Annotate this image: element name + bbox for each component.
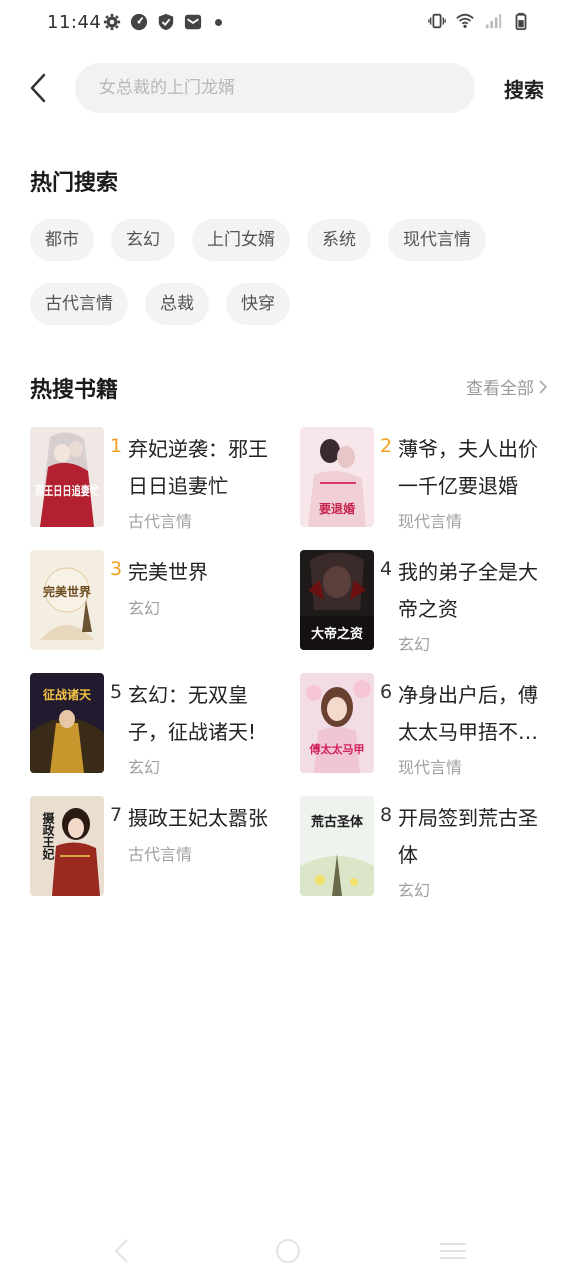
signal-icon: [485, 13, 502, 29]
search-button[interactable]: 搜索: [504, 74, 544, 103]
book-title: 完美世界: [128, 560, 208, 584]
tag-chip[interactable]: 玄幻: [111, 219, 175, 261]
chevron-right-icon: [539, 379, 548, 394]
battery-icon: [515, 12, 527, 30]
speedometer-icon: [130, 13, 148, 31]
book-title: 开局签到荒古圣体: [398, 806, 538, 867]
book-rank: 2: [380, 435, 393, 457]
book-item[interactable]: 完美世界 3 完美世界 玄幻: [30, 550, 280, 650]
book-rank: 5: [110, 681, 123, 703]
cover-text: 摄政王妃: [41, 811, 55, 861]
gear-icon: [103, 13, 121, 31]
mail-icon: [184, 14, 202, 30]
book-cover: 摄政王妃: [30, 796, 104, 896]
back-arrow-icon[interactable]: [22, 70, 56, 106]
search-input[interactable]: [75, 63, 475, 113]
status-time: 11:44: [47, 12, 102, 33]
book-genre: 古代言情: [128, 845, 193, 864]
notification-dot-icon: [215, 18, 222, 26]
tag-chip[interactable]: 都市: [30, 219, 94, 261]
tag-chip[interactable]: 总裁: [145, 283, 209, 325]
nav-back-icon[interactable]: [107, 1236, 137, 1266]
cover-text: 傅太太马甲: [309, 742, 365, 756]
cover-text: 征战诸天: [43, 687, 92, 702]
book-item[interactable]: 摄政王妃 7 摄政王妃太嚣张 古代言情: [30, 796, 280, 896]
book-cover: 荒古圣体: [300, 796, 374, 896]
cover-text: 要退婚: [319, 501, 355, 516]
shield-icon: [158, 13, 174, 31]
wifi-icon: [456, 13, 474, 29]
tag-chip[interactable]: 系统: [307, 219, 371, 261]
book-rank: 4: [380, 558, 393, 580]
book-rank: 1: [110, 435, 123, 457]
nav-home-icon[interactable]: [273, 1236, 303, 1266]
book-title: 净身出户后，傅太太马甲捂不…: [398, 683, 538, 744]
book-cover: 傅太太马甲: [300, 673, 374, 773]
search-header: 搜索: [0, 62, 575, 114]
tag-chip[interactable]: 现代言情: [388, 219, 486, 261]
book-cover: 大帝之资: [300, 550, 374, 650]
book-item[interactable]: 傅太太马甲 6 净身出户后，傅太太马甲捂不… 现代言情: [300, 673, 550, 777]
book-rank: 6: [380, 681, 393, 703]
nav-menu-icon[interactable]: [438, 1236, 468, 1266]
view-all-label: 查看全部: [466, 379, 534, 399]
book-cover: 邪王日日追妻忙: [30, 427, 104, 527]
book-genre: 玄幻: [398, 881, 431, 900]
book-title: 薄爷，夫人出价一千亿要退婚: [398, 437, 538, 498]
book-title: 玄幻：无双皇子，征战诸天!: [128, 683, 257, 744]
book-genre: 玄幻: [128, 599, 161, 618]
hot-books-title: 热搜书籍: [30, 378, 119, 403]
book-genre: 现代言情: [398, 758, 463, 777]
tag-row: 都市 玄幻 上门女婿 系统 现代言情: [30, 219, 550, 261]
tag-row: 古代言情 总裁 快穿: [30, 283, 550, 325]
tag-chip[interactable]: 上门女婿: [192, 219, 290, 261]
status-bar: 11:44: [0, 0, 575, 46]
book-item[interactable]: 大帝之资 4 我的弟子全是大帝之资 玄幻: [300, 550, 550, 654]
tag-chip[interactable]: 古代言情: [30, 283, 128, 325]
cover-text: 完美世界: [43, 584, 91, 599]
status-icons-left: [103, 13, 222, 31]
cover-text: 荒古圣体: [310, 814, 364, 830]
cover-text: 邪王日日追妻忙: [34, 483, 99, 498]
book-cover: 要退婚: [300, 427, 374, 527]
book-genre: 玄幻: [128, 758, 161, 777]
status-icons-right: [428, 12, 530, 30]
hot-search-title: 热门搜索: [30, 171, 119, 196]
book-genre: 现代言情: [398, 512, 463, 531]
book-item[interactable]: 要退婚 2 薄爷，夫人出价一千亿要退婚 现代言情: [300, 427, 550, 531]
book-title: 弃妃逆袭：邪王日日追妻忙: [128, 437, 268, 498]
book-item[interactable]: 荒古圣体 8 开局签到荒古圣体 玄幻: [300, 796, 550, 900]
vibrate-icon: [428, 13, 446, 29]
search-page: 11:44 搜索 热门搜索 都市 玄幻 上门女婿 系统 现代言情: [0, 0, 575, 1280]
book-rank: 3: [110, 558, 123, 580]
book-cover: 完美世界: [30, 550, 104, 650]
book-title: 摄政王妃太嚣张: [128, 806, 268, 830]
book-title: 我的弟子全是大帝之资: [398, 560, 538, 621]
book-rank: 7: [110, 804, 123, 826]
book-cover: 征战诸天: [30, 673, 104, 773]
system-nav-bar: [0, 1220, 575, 1280]
book-genre: 古代言情: [128, 512, 193, 531]
book-genre: 玄幻: [398, 635, 431, 654]
hot-search-tags: 都市 玄幻 上门女婿 系统 现代言情 古代言情 总裁 快穿: [30, 219, 550, 347]
tag-chip[interactable]: 快穿: [226, 283, 290, 325]
cover-text: 大帝之资: [311, 626, 363, 642]
view-all-link[interactable]: 查看全部: [466, 374, 548, 399]
book-item[interactable]: 征战诸天 5 玄幻：无双皇子，征战诸天! 玄幻: [30, 673, 280, 777]
book-rank: 8: [380, 804, 393, 826]
book-item[interactable]: 邪王日日追妻忙 1 弃妃逆袭：邪王日日追妻忙 古代言情: [30, 427, 280, 531]
